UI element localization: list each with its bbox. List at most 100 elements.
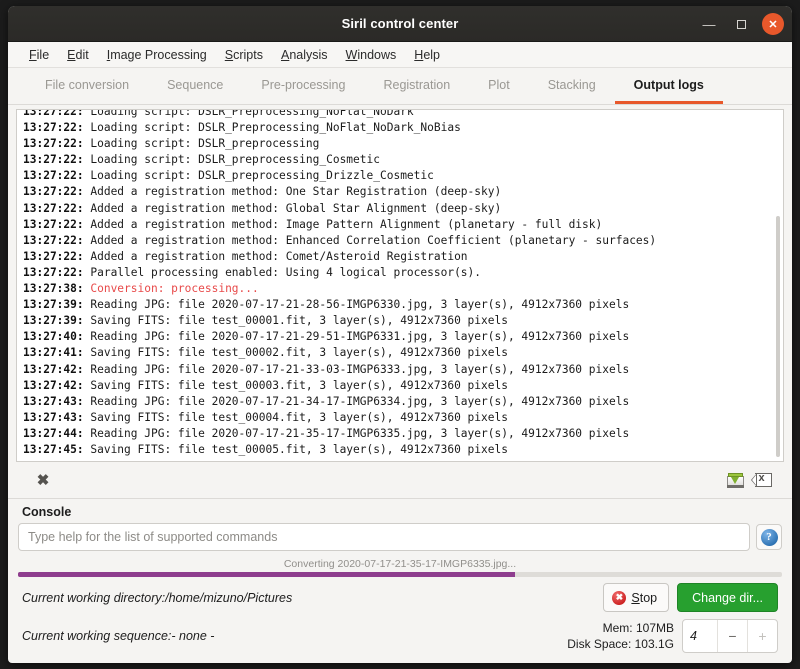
stop-icon: ✖ xyxy=(612,590,627,605)
stop-button-label: Stop xyxy=(631,590,658,605)
clear-console-icon[interactable]: x xyxy=(748,468,774,492)
log-toolbar: ✖ x xyxy=(16,462,784,498)
console-section: Console ? xyxy=(8,498,792,555)
log-line: 13:27:42: Reading JPG: file 2020-07-17-2… xyxy=(23,362,779,378)
log-timestamp: 13:27:40: xyxy=(23,330,84,344)
log-text-view[interactable]: 13:27:22: Loading script: DSLR_Preproces… xyxy=(16,109,784,462)
menu-item-file[interactable]: File xyxy=(20,48,58,62)
menu-item-image-processing[interactable]: Image Processing xyxy=(98,48,216,62)
siril-main-window: Siril control center — ✕ File Edit Image… xyxy=(8,6,792,663)
log-timestamp: 13:27:22: xyxy=(23,109,84,118)
threads-decrement-button[interactable]: − xyxy=(717,620,747,652)
threads-stepper[interactable]: 4 − + xyxy=(682,619,778,653)
tab-pre-processing[interactable]: Pre-processing xyxy=(242,68,364,104)
log-message: Loading script: DSLR_preprocessing_Cosme… xyxy=(83,153,380,167)
log-line: 13:27:22: Added a registration method: G… xyxy=(23,201,779,217)
log-line: 13:27:40: Reading JPG: file 2020-07-17-2… xyxy=(23,329,779,345)
menu-item-help[interactable]: Help xyxy=(405,48,449,62)
log-message: Added a registration method: Global Star… xyxy=(83,201,502,215)
log-message: Added a registration method: Image Patte… xyxy=(83,217,603,231)
tab-sequence[interactable]: Sequence xyxy=(148,68,242,104)
log-message: Reading JPG: file 2020-07-17-21-35-17-IM… xyxy=(83,426,630,440)
log-line: 13:27:41: Saving FITS: file test_00002.f… xyxy=(23,345,779,361)
threads-increment-button[interactable]: + xyxy=(747,620,777,652)
close-icon[interactable]: ✕ xyxy=(762,13,784,35)
tab-plot[interactable]: Plot xyxy=(469,68,529,104)
log-line: 13:27:22: Loading script: DSLR_preproces… xyxy=(23,136,779,152)
resource-info: Mem: 107MB Disk Space: 103.1G xyxy=(567,620,674,652)
sequence-label: Current working sequence: xyxy=(22,629,172,643)
log-line: 13:27:38: Conversion: processing... xyxy=(23,281,779,297)
console-label: Console xyxy=(22,505,72,519)
log-timestamp: 13:27:22: xyxy=(23,169,84,183)
log-timestamp: 13:27:44: xyxy=(23,426,84,440)
action-buttons: ✖ Stop Change dir... xyxy=(603,583,778,612)
minimize-icon[interactable]: — xyxy=(698,13,720,35)
tab-registration[interactable]: Registration xyxy=(364,68,469,104)
window-controls: — ✕ xyxy=(698,6,784,42)
help-icon: ? xyxy=(760,528,778,546)
log-message: Loading script: DSLR_preprocessing xyxy=(83,137,320,151)
log-message: Added a registration method: Enhanced Co… xyxy=(83,233,657,247)
log-line: 13:27:39: Reading JPG: file 2020-07-17-2… xyxy=(23,297,779,313)
log-message: Added a registration method: One Star Re… xyxy=(83,185,502,199)
stop-button[interactable]: ✖ Stop xyxy=(603,583,670,612)
status-bar: Current working directory: /home/mizuno/… xyxy=(8,577,792,663)
menu-item-edit[interactable]: Edit xyxy=(58,48,98,62)
menu-item-windows[interactable]: Windows xyxy=(337,48,406,62)
log-timestamp: 13:27:22: xyxy=(23,121,84,135)
main-tab-bar: File conversion Sequence Pre-processing … xyxy=(8,68,792,105)
menu-item-scripts[interactable]: Scripts xyxy=(216,48,272,62)
log-line: 13:27:42: Saving FITS: file test_00003.f… xyxy=(23,378,779,394)
log-message: Saving FITS: file test_00004.fit, 3 laye… xyxy=(83,410,508,424)
log-line: 13:27:22: Parallel processing enabled: U… xyxy=(23,265,779,281)
tab-stacking[interactable]: Stacking xyxy=(529,68,615,104)
menu-item-analysis[interactable]: Analysis xyxy=(272,48,337,62)
log-message: Reading JPG: file 2020-07-17-21-28-56-IM… xyxy=(83,298,630,312)
clear-logs-icon[interactable]: ✖ xyxy=(30,468,56,492)
log-timestamp: 13:27:38: xyxy=(23,282,84,296)
log-message: Loading script: DSLR_preprocessing_Drizz… xyxy=(83,169,434,183)
log-line: 13:27:22: Added a registration method: C… xyxy=(23,249,779,265)
log-timestamp: 13:27:43: xyxy=(23,410,84,424)
console-help-button[interactable]: ? xyxy=(756,524,782,550)
log-line: 13:27:39: Saving FITS: file test_00001.f… xyxy=(23,313,779,329)
log-line: 13:27:22: Added a registration method: E… xyxy=(23,233,779,249)
threads-value[interactable]: 4 xyxy=(683,620,717,652)
export-logs-icon[interactable] xyxy=(722,468,748,492)
log-timestamp: 13:27:45: xyxy=(23,442,84,456)
console-command-input[interactable] xyxy=(18,523,750,551)
log-timestamp: 13:27:42: xyxy=(23,362,84,376)
log-timestamp: 13:27:41: xyxy=(23,346,84,360)
disk-space: Disk Space: 103.1G xyxy=(567,637,674,651)
log-line: 13:27:22: Loading script: DSLR_Preproces… xyxy=(23,109,779,120)
tab-output-logs[interactable]: Output logs xyxy=(614,68,723,104)
log-message: Conversion: processing... xyxy=(83,282,259,296)
log-scrollbar[interactable] xyxy=(775,112,781,459)
log-message: Saving FITS: file test_00002.fit, 3 laye… xyxy=(83,346,508,360)
menu-bar: File Edit Image Processing Scripts Analy… xyxy=(8,42,792,68)
log-message: Reading JPG: file 2020-07-17-21-34-17-IM… xyxy=(83,394,630,408)
maximize-icon[interactable] xyxy=(730,13,752,35)
log-timestamp: 13:27:42: xyxy=(23,378,84,392)
tab-file-conversion[interactable]: File conversion xyxy=(26,68,148,104)
log-timestamp: 13:27:22: xyxy=(23,249,84,263)
log-line: 13:27:44: Reading JPG: file 2020-07-17-2… xyxy=(23,426,779,442)
log-message: Saving FITS: file test_00003.fit, 3 laye… xyxy=(83,378,508,392)
log-timestamp: 13:27:22: xyxy=(23,137,84,151)
log-scrollbar-thumb[interactable] xyxy=(776,216,780,457)
cwd-value: /home/mizuno/Pictures xyxy=(165,591,293,605)
log-message: Reading JPG: file 2020-07-17-21-29-51-IM… xyxy=(83,330,630,344)
log-line: 13:27:43: Saving FITS: file test_00004.f… xyxy=(23,410,779,426)
progress-label: Converting 2020-07-17-21-35-17-IMGP6335.… xyxy=(283,558,517,570)
log-timestamp: 13:27:22: xyxy=(23,153,84,167)
progress-area: Converting 2020-07-17-21-35-17-IMGP6335.… xyxy=(8,555,792,577)
sequence-value: - none - xyxy=(171,629,215,643)
change-dir-button[interactable]: Change dir... xyxy=(677,583,778,612)
log-timestamp: 13:27:43: xyxy=(23,394,84,408)
resource-row: Mem: 107MB Disk Space: 103.1G 4 − + xyxy=(567,619,778,653)
log-message: Added a registration method: Comet/Aster… xyxy=(83,249,468,263)
log-message: Reading JPG: file 2020-07-17-21-33-03-IM… xyxy=(83,362,630,376)
log-message: Loading script: DSLR_Preprocessing_NoFla… xyxy=(83,109,414,118)
log-line: 13:27:45: Saving FITS: file test_00005.f… xyxy=(23,442,779,458)
